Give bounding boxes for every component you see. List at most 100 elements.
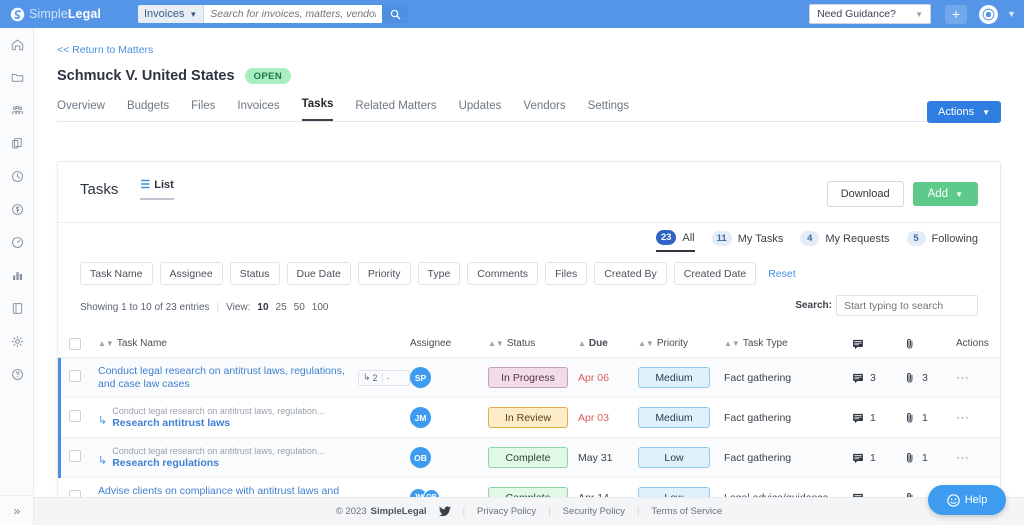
- filter-chip-assignee[interactable]: Assignee: [159, 262, 223, 285]
- sidebar-expand-button[interactable]: »: [0, 495, 34, 525]
- filter-chip-created-date[interactable]: Created Date: [673, 262, 757, 285]
- sidebar-item-documents[interactable]: [0, 127, 34, 160]
- twitter-icon[interactable]: [438, 506, 451, 517]
- subtask-collapse-toggle[interactable]: -: [381, 372, 394, 383]
- row-checkbox[interactable]: [69, 370, 81, 382]
- cell-task-type: Fact gathering: [724, 371, 792, 384]
- task-name-link[interactable]: Research regulations: [112, 457, 324, 470]
- sidebar-item-invoices[interactable]: [0, 193, 34, 226]
- page-size-100[interactable]: 100: [312, 302, 329, 313]
- reset-filters-link[interactable]: Reset: [768, 268, 795, 280]
- avatar[interactable]: SP: [410, 367, 431, 388]
- select-all-checkbox-cell: [58, 337, 98, 350]
- comment-icon: [852, 452, 864, 464]
- filter-tab-following[interactable]: 5 Following: [906, 231, 978, 251]
- priority-badge[interactable]: Low: [638, 447, 710, 468]
- sidebar-item-settings[interactable]: [0, 325, 34, 358]
- tab-invoices[interactable]: Invoices: [237, 100, 279, 121]
- tab-budgets[interactable]: Budgets: [127, 100, 169, 121]
- paperclip-icon: [904, 372, 916, 384]
- filter-chip-type[interactable]: Type: [417, 262, 461, 285]
- row-checkbox[interactable]: [69, 450, 81, 462]
- filter-tab-all[interactable]: 23 All: [655, 230, 695, 252]
- table-row[interactable]: Conduct legal research on antitrust laws…: [58, 358, 1000, 398]
- pagination-summary: Showing 1 to 10 of 23 entries | View: 10…: [80, 302, 328, 313]
- row-actions-menu-icon[interactable]: ⋯: [956, 450, 970, 465]
- page-size-50[interactable]: 50: [294, 302, 305, 313]
- sidebar-item-vendors[interactable]: [0, 94, 34, 127]
- filter-chip-priority[interactable]: Priority: [357, 262, 411, 285]
- status-badge[interactable]: In Review: [488, 407, 568, 428]
- sort-icon: ▲▼: [724, 339, 740, 348]
- tab-settings[interactable]: Settings: [588, 100, 630, 121]
- footer-link-terms-of-service[interactable]: Terms of Service: [651, 506, 722, 517]
- cell-due-date: Apr 03: [578, 411, 609, 424]
- column-header-files[interactable]: [904, 338, 956, 350]
- parent-task-name: Conduct legal research on antitrust laws…: [112, 446, 325, 456]
- actions-button[interactable]: Actions ▼: [927, 101, 1001, 123]
- brand-logo-area[interactable]: SimpleLegal: [10, 7, 128, 22]
- need-guidance-dropdown[interactable]: Need Guidance? ▼: [809, 4, 932, 24]
- sidebar-item-home[interactable]: [0, 28, 34, 61]
- sidebar-item-reports[interactable]: [0, 259, 34, 292]
- column-header-priority[interactable]: ▲▼ Priority: [638, 338, 724, 349]
- account-chevron-down-icon[interactable]: ▼: [1007, 9, 1016, 19]
- page-size-10[interactable]: 10: [257, 302, 268, 313]
- sidebar-item-accruals[interactable]: [0, 226, 34, 259]
- column-header-status[interactable]: ▲▼ Status: [488, 338, 578, 349]
- filter-chip-created-by[interactable]: Created By: [594, 262, 667, 285]
- avatar[interactable]: OB: [410, 447, 431, 468]
- tab-updates[interactable]: Updates: [459, 100, 502, 121]
- filter-chip-task-name[interactable]: Task Name: [80, 262, 153, 285]
- row-actions-menu-icon[interactable]: ⋯: [956, 410, 970, 425]
- tab-files[interactable]: Files: [191, 100, 215, 121]
- table-row[interactable]: ↳ Conduct legal research on antitrust la…: [58, 438, 1000, 478]
- page-size-25[interactable]: 25: [276, 302, 287, 313]
- filter-tab-my-tasks[interactable]: 11 My Tasks: [711, 231, 783, 251]
- filter-chip-status[interactable]: Status: [229, 262, 280, 285]
- search-scope-dropdown[interactable]: Invoices ▼: [138, 5, 205, 23]
- filter-chip-comments[interactable]: Comments: [467, 262, 539, 285]
- filter-chip-files[interactable]: Files: [545, 262, 588, 285]
- task-name-link[interactable]: Research antitrust laws: [112, 417, 324, 430]
- column-header-due[interactable]: ▲ Due: [578, 338, 638, 349]
- subtask-count-badge[interactable]: ↳ 2 -: [358, 369, 410, 386]
- table-search-input[interactable]: [836, 295, 978, 316]
- add-new-button[interactable]: +: [945, 4, 968, 24]
- global-search-input[interactable]: [204, 5, 383, 23]
- filter-chip-due-date[interactable]: Due Date: [286, 262, 351, 285]
- help-widget-button[interactable]: Help: [928, 485, 1006, 515]
- sidebar-item-library[interactable]: [0, 292, 34, 325]
- select-all-checkbox[interactable]: [69, 337, 81, 350]
- footer-link-security-policy[interactable]: Security Policy: [563, 506, 625, 517]
- user-avatar[interactable]: [979, 4, 999, 24]
- tab-related-matters[interactable]: Related Matters: [355, 100, 436, 121]
- row-checkbox[interactable]: [69, 410, 81, 422]
- sidebar-item-matters[interactable]: [0, 61, 34, 94]
- column-header-assignee[interactable]: Assignee: [410, 338, 488, 349]
- search-submit-button[interactable]: [382, 5, 409, 23]
- add-task-button[interactable]: Add ▼: [912, 182, 978, 206]
- sidebar-item-timekeeping[interactable]: [0, 160, 34, 193]
- download-button[interactable]: Download: [826, 181, 904, 207]
- column-header-comments[interactable]: [852, 338, 904, 350]
- footer-link-privacy-policy[interactable]: Privacy Policy: [477, 506, 536, 517]
- tab-vendors[interactable]: Vendors: [523, 100, 565, 121]
- tab-overview[interactable]: Overview: [57, 100, 105, 121]
- sidebar-item-help[interactable]: [0, 358, 34, 391]
- priority-badge[interactable]: Medium: [638, 407, 710, 428]
- priority-badge[interactable]: Medium: [638, 367, 710, 388]
- row-actions-menu-icon[interactable]: ⋯: [956, 370, 970, 385]
- task-name-link[interactable]: Conduct legal research on antitrust laws…: [98, 365, 358, 391]
- table-row[interactable]: ↳ Conduct legal research on antitrust la…: [58, 398, 1000, 438]
- filter-tab-my-requests[interactable]: 4 My Requests: [800, 231, 890, 251]
- breadcrumb-return-to-matters[interactable]: << Return to Matters: [57, 44, 1024, 56]
- status-badge[interactable]: Complete: [488, 447, 568, 468]
- column-header-task-type[interactable]: ▲▼ Task Type: [724, 338, 852, 349]
- bar-chart-icon: [10, 268, 25, 283]
- column-header-task-name[interactable]: ▲▼ Task Name: [98, 338, 358, 349]
- avatar[interactable]: JM: [410, 407, 431, 428]
- tab-tasks[interactable]: Tasks: [301, 98, 334, 121]
- status-badge[interactable]: In Progress: [488, 367, 568, 388]
- view-toggle-list[interactable]: ☰ List: [140, 178, 174, 200]
